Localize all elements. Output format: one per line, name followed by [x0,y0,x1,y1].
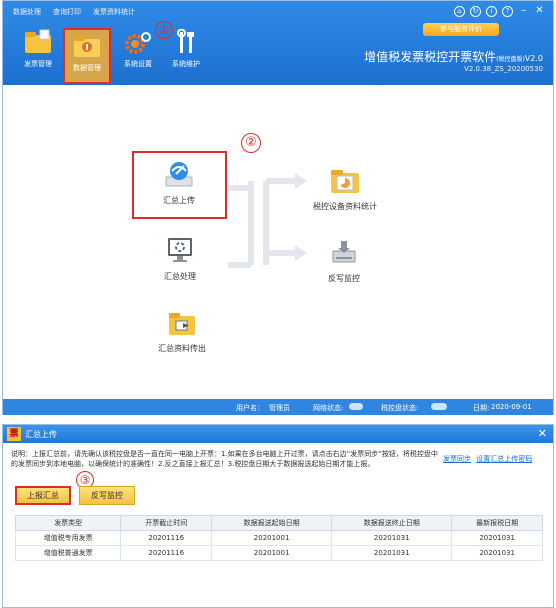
app-title-version: V2.0 [524,54,543,63]
table-cell: 20201031 [451,530,543,546]
node-summary-process[interactable]: 汇总处理 [140,235,220,282]
table-cell: 增值税专用发票 [14,530,122,546]
table-cell: 20201001 [211,545,333,561]
dialog-links: 发票同步 设置汇总上传密码 [443,454,535,464]
close-icon[interactable]: ✕ [534,6,545,17]
node-label: 汇总处理 [164,272,196,281]
window-controls: ⌂ ↻ i ? – ✕ [454,6,545,17]
column-header: 数据报送起始日期 [211,515,333,531]
info-icon[interactable]: i [486,6,497,17]
status-network-label: 网络状态: [313,404,344,412]
dialog-title-bar: 票 汇总上传 ✕ [3,425,553,443]
menu-query-print[interactable]: 查询打印 [53,7,81,17]
status-taxdisk-label: 税控盘状态: [381,404,419,412]
table-row[interactable]: 增值税专用发票 20201116 20201001 20201031 20201… [14,530,543,546]
node-summary-export[interactable]: 汇总资料传出 [140,309,224,354]
network-status-indicator [349,403,363,410]
column-header: 开票截止时间 [120,515,213,531]
invoice-sync-link[interactable]: 发票同步 [443,455,471,463]
status-date-value: 2020-09-01 [491,403,532,411]
toolbar-data-management[interactable]: 数据管理 [63,28,111,84]
writeback-monitor-button[interactable]: 反写监控 [79,486,135,505]
app-title-suffix: (税控盘版) [496,56,525,63]
column-header: 发票类型 [14,515,122,531]
table-cell: 增值税普通发票 [14,545,122,561]
summary-table: 发票类型 开票截止时间 数据报送起始日期 数据报送终止日期 最新报税日期 增值税… [14,515,543,561]
app-version: V2.0.38_ZS_20200530 [464,65,543,73]
column-header: 数据报送终止日期 [331,515,453,531]
table-row[interactable]: 增值税普通发票 20201116 20201001 20201031 20201… [14,545,543,561]
menu-invoice-stats[interactable]: 发票资料统计 [93,7,135,17]
status-user-value: 管理员 [269,404,290,412]
table-cell: 20201116 [120,545,213,561]
node-writeback-monitor[interactable]: 反写监控 [313,237,375,284]
refresh-icon[interactable]: ↻ [470,6,481,17]
wrench-icon [171,28,201,55]
app-title: 增值税发票税控开票软件(税控盘版)V2.0 [364,48,543,65]
monitor-icon [165,235,195,265]
table-cell: 20201116 [120,530,213,546]
set-upload-password-link[interactable]: 设置汇总上传密码 [476,455,532,463]
export-folder-icon [167,309,197,337]
invoice-folder-icon [23,29,53,55]
top-toolbar: 数据处理 查询打印 发票资料统计 ⌂ ↻ i ? – ✕ 参与服务评价 发票管理 [3,1,553,85]
node-label: 反写监控 [328,274,360,283]
toolbar-invoice-management[interactable]: 发票管理 [15,29,61,81]
taxdisk-status-indicator [431,403,447,410]
table-header-row: 发票类型 开票截止时间 数据报送起始日期 数据报送终止日期 最新报税日期 [14,515,543,531]
main-window: 数据处理 查询打印 发票资料统计 ⌂ ↻ i ? – ✕ 参与服务评价 发票管理 [2,0,554,415]
node-label: 汇总资料传出 [158,344,206,353]
toolbar-label: 系统维护 [172,60,200,68]
minimize-icon[interactable]: – [518,6,529,17]
dialog-title: 汇总上传 [25,430,57,439]
table-cell: 20201031 [331,530,453,546]
column-header: 最新报税日期 [451,515,543,531]
upload-globe-icon [164,159,194,189]
menu-data-processing[interactable]: 数据处理 [13,7,41,17]
annotation-marker-1: ① [155,21,173,39]
toolbar-label: 发票管理 [24,60,52,68]
toolbar-system-settings[interactable]: 系统设置 [115,29,161,81]
help-icon[interactable]: ? [502,6,513,17]
gear-icon [123,29,153,55]
menu-bar: 数据处理 查询打印 发票资料统计 [13,7,135,17]
flow-connectors [228,173,307,268]
dialog-description: 说明：上报汇总前，请先确认该税控盘是否一直在同一电脑上开票：1.如果在多台电脑上… [11,450,438,468]
service-feedback-button[interactable]: 参与服务评价 [423,23,499,36]
status-user-label: 用户名： [236,404,264,412]
status-date-label: 日期: [473,404,490,412]
table-cell: 20201031 [451,545,543,561]
writeback-disk-icon [329,237,359,267]
status-bar: 用户名： 管理员 网络状态: 税控盘状态: 日期: 2020-09-01 [3,399,553,415]
annotation-marker-2: ② [241,133,261,153]
invoice-ticket-icon: 票 [7,427,21,441]
toolbar-label: 数据管理 [73,64,101,72]
node-label: 汇总上传 [163,196,195,205]
app-title-text: 增值税发票税控开票软件 [364,50,497,64]
data-folder-icon [72,33,102,59]
upload-summary-button[interactable]: 上报汇总 [15,486,71,505]
home-icon[interactable]: ⌂ [454,6,465,17]
stats-folder-icon [329,165,361,195]
node-label: 税控设备资料统计 [313,202,377,211]
toolbar-label: 系统设置 [124,60,152,68]
close-icon[interactable]: ✕ [538,427,547,440]
node-device-stats[interactable]: 税控设备资料统计 [310,165,380,212]
flow-area: ② 汇总上传 汇总处理 汇总资料传出 税控设备资料统计 反写监控 [3,85,553,399]
node-summary-upload[interactable]: 汇总上传 [136,159,222,206]
table-cell: 20201031 [331,545,453,561]
summary-upload-dialog: 票 汇总上传 ✕ 说明：上报汇总前，请先确认该税控盘是否一直在同一电脑上开票：1… [2,424,554,608]
table-cell: 20201001 [211,530,333,546]
